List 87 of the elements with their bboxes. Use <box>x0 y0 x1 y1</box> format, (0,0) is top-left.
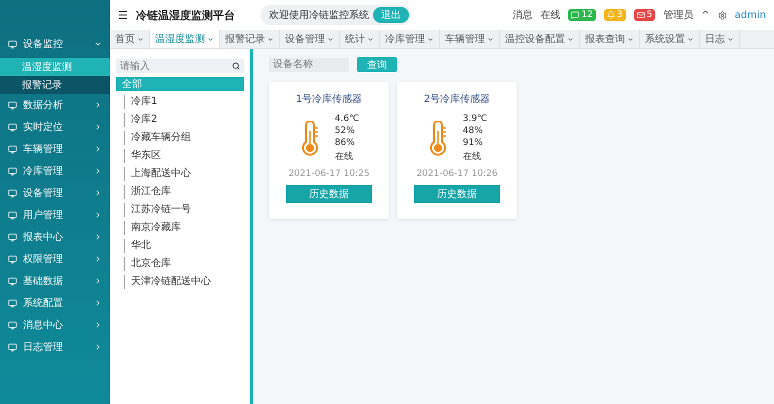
page-tab[interactable]: 报表查询 <box>580 30 640 48</box>
menu-toggle[interactable]: ☰ <box>118 8 128 22</box>
chevron-icon <box>94 167 102 175</box>
caret[interactable]: ^ <box>701 10 710 20</box>
chevron-icon <box>94 343 102 351</box>
settings-icon[interactable] <box>718 10 727 20</box>
chevron-icon <box>94 123 102 131</box>
tree-node[interactable]: 华北 <box>124 239 244 253</box>
sidebar-item[interactable]: 用户管理 <box>0 204 110 226</box>
tree-node[interactable]: 江苏冷链一号 <box>124 203 244 217</box>
caret-icon <box>327 36 334 42</box>
reading-text: 3.9℃ <box>462 114 488 124</box>
page-tab[interactable]: 日志 <box>700 30 740 48</box>
chevron-icon <box>94 189 102 197</box>
chevron-icon <box>94 255 102 263</box>
device-search-field[interactable]: 设备名称 <box>269 58 349 72</box>
sidebar-item[interactable]: 报表中心 <box>0 226 110 248</box>
reading-text: 4.6℃ <box>334 114 360 124</box>
app-title: 冷链温湿度监测平台 <box>136 8 235 22</box>
sidebar-subitem[interactable]: 报警记录 <box>0 76 110 94</box>
caret-icon <box>367 36 374 42</box>
sidebar-item[interactable]: 消息中心 <box>0 314 110 336</box>
caret-icon <box>207 36 214 42</box>
account-link[interactable]: admin <box>734 10 766 20</box>
reading-text: 52% <box>334 126 356 136</box>
tree-node[interactable]: 冷藏车辆分组 <box>124 131 244 145</box>
caret-icon <box>487 36 494 42</box>
chevron-icon <box>94 101 102 109</box>
caret-icon <box>427 36 434 42</box>
badge-icon <box>571 11 580 19</box>
sidebar-item[interactable]: 日志管理 <box>0 336 110 358</box>
card-title: 2号冷库传感器 <box>424 92 490 106</box>
sidebar-item[interactable]: 系统配置 <box>0 292 110 314</box>
caret-icon <box>267 36 274 42</box>
page-tab[interactable]: 车辆管理 <box>440 30 500 48</box>
reading-text: 在线 <box>334 150 354 163</box>
tree-node[interactable]: 天津冷链配送中心 <box>124 275 244 289</box>
reading-text: 86% <box>334 138 356 148</box>
sidebar-item[interactable]: 车辆管理 <box>0 138 110 160</box>
tree-node[interactable]: 浙江仓库 <box>124 185 244 199</box>
badge-icon <box>606 11 615 19</box>
reading-text: 48% <box>462 126 484 136</box>
page-tab[interactable]: 统计 <box>340 30 380 48</box>
chevron-icon <box>94 211 102 219</box>
reading-text: 在线 <box>462 150 482 163</box>
reading-text: 91% <box>462 138 484 148</box>
chevron-icon <box>94 145 102 153</box>
badge-icon <box>636 11 645 19</box>
sidebar-item[interactable]: 设备管理 <box>0 182 110 204</box>
page-tab[interactable]: 设备管理 <box>280 30 340 48</box>
caret-icon <box>627 36 634 42</box>
tree-node[interactable]: 上海配送中心 <box>124 167 244 181</box>
header-link[interactable]: 消息 <box>512 8 532 22</box>
user-name[interactable]: 管理员 <box>663 8 694 22</box>
chevron-icon <box>94 299 102 307</box>
header-link[interactable]: 在线 <box>540 8 560 22</box>
timestamp: 2021-06-17 10:26 <box>416 169 498 179</box>
chevron-icon <box>94 233 102 241</box>
chevron-icon <box>94 40 102 48</box>
tree-node[interactable]: 北京仓库 <box>124 257 244 271</box>
tree-node[interactable]: 冷库1 <box>124 95 244 109</box>
search-icon <box>232 62 240 70</box>
tree-search-field[interactable]: 请输入 <box>116 59 244 73</box>
page-tab[interactable]: 报警记录 <box>220 30 280 48</box>
notice-text: 欢迎使用冷链监控系统 <box>268 8 369 22</box>
sidebar-item[interactable]: 实时定位 <box>0 116 110 138</box>
caret-icon <box>727 36 734 42</box>
sidebar-item[interactable]: 基础数据 <box>0 270 110 292</box>
sidebar-item[interactable]: 冷库管理 <box>0 160 110 182</box>
caret-icon <box>137 36 144 42</box>
caret-icon <box>687 36 694 42</box>
timestamp: 2021-06-17 10:25 <box>288 169 370 179</box>
sidebar-item[interactable]: 权限管理 <box>0 248 110 270</box>
card-title: 1号冷库传感器 <box>296 92 362 106</box>
sidebar-item[interactable]: 设备监控 <box>0 30 110 58</box>
status-badge[interactable]: 5 <box>634 9 656 21</box>
page-tab[interactable]: 冷库管理 <box>380 30 440 48</box>
page-tab[interactable]: 温湿度监测 <box>150 30 220 48</box>
chevron-icon <box>94 321 102 329</box>
caret-icon <box>567 36 574 42</box>
sidebar-item[interactable]: 数据分析 <box>0 94 110 116</box>
tree-node[interactable]: 冷库2 <box>124 113 244 127</box>
tree-node[interactable]: 华东区 <box>124 149 244 163</box>
tree-node[interactable]: 南京冷藏库 <box>124 221 244 235</box>
page-tab[interactable]: 温控设备配置 <box>500 30 580 48</box>
page-tab[interactable]: 系统设置 <box>640 30 700 48</box>
chevron-icon <box>94 277 102 285</box>
